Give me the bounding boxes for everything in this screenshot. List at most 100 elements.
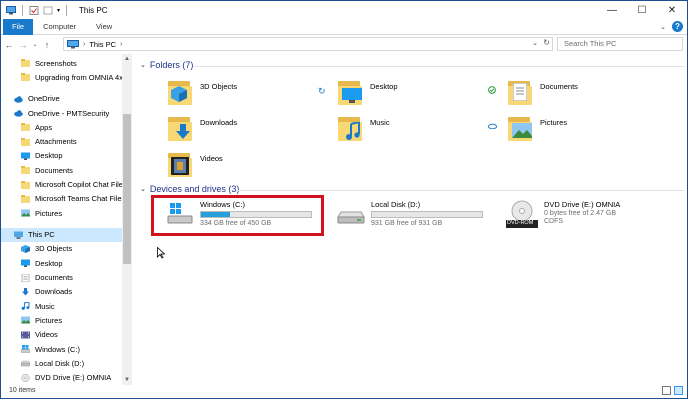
sidebar-item[interactable]: DVD Drive (E:) OMNIA [1,371,122,385]
sidebar-item[interactable]: Documents [1,271,122,285]
breadcrumb-chevron-icon[interactable]: › [120,41,122,48]
sidebar-item[interactable]: Music [1,299,122,313]
tab-file[interactable]: File [3,18,34,35]
pictures-icon [21,209,30,217]
forward-button[interactable]: → [17,40,29,50]
sidebar-item-label: Upgrading from OMNIA 4x [35,72,122,82]
sidebar-item[interactable]: This PC [1,227,122,242]
sidebar-item-label: Windows (C:) [35,344,81,354]
sidebar-item[interactable]: Pictures [1,313,122,327]
quick-access-dropdown-icon[interactable]: ▾ [57,7,60,14]
folder-icon [21,194,30,203]
tab-computer[interactable]: Computer [33,19,86,35]
sidebar-item[interactable]: Documents [1,163,122,177]
divider [194,66,684,67]
help-button[interactable]: ? [672,21,683,32]
minimize-button[interactable]: — [597,1,627,19]
nav-scrollbar[interactable]: ▲ ▼ [122,54,132,385]
large-icons-view-icon[interactable] [674,386,683,395]
collapse-chevron-icon[interactable]: ⌄ [140,61,146,69]
drive-usage-bar [371,211,483,218]
breadcrumb-this-pc[interactable]: This PC [89,40,116,49]
sync-icon: ↻ [318,86,326,96]
sidebar-item-label: Screenshots [35,58,77,68]
sidebar-item-label: Videos [35,330,58,340]
sidebar-item[interactable]: Pictures [1,206,122,220]
folder-label: Pictures [540,118,568,127]
sidebar-item[interactable]: Downloads [1,285,122,299]
sidebar-item-label: Downloads [35,287,73,297]
close-button[interactable]: ✕ [657,1,687,19]
maximize-button[interactable]: ☐ [627,1,657,19]
scroll-thumb[interactable] [123,114,131,264]
sidebar-item[interactable]: Microsoft Teams Chat Files [1,192,122,206]
folder-item[interactable]: Videos [168,150,223,178]
sidebar-item[interactable]: Upgrading from OMNIA 4x [1,70,122,84]
expand-ribbon-icon[interactable]: ⌄ [660,23,666,31]
properties-icon[interactable] [29,5,39,15]
sidebar-item[interactable]: Videos [1,328,122,342]
cube-icon [21,244,30,253]
documents-icon [508,78,534,106]
sidebar-item[interactable]: Screenshots [1,56,122,70]
videos-icon [21,331,30,339]
drive-dvd-e[interactable]: DVD-ROM DVD Drive (E:) OMNIA 0 bytes fre… [506,200,621,228]
desktop-icon [338,78,364,106]
scroll-up-icon[interactable]: ▲ [124,56,130,62]
folder-label: Downloads [200,118,238,127]
sidebar-item[interactable]: Windows (C:) [1,342,122,356]
details-view-icon[interactable] [662,386,671,395]
scroll-down-icon[interactable]: ▼ [124,377,130,383]
sidebar-item[interactable]: Local Disk (D:) [1,356,122,370]
address-bar[interactable]: › This PC › ⌄ ↻ [63,37,553,51]
folder-item[interactable]: Desktop [338,78,398,106]
folder-item[interactable]: Pictures [508,114,567,142]
sidebar-item[interactable]: 3D Objects [1,242,122,256]
folder-item[interactable]: Music [338,114,390,142]
status-bar: 10 items [1,385,687,398]
cloud-icon [488,122,497,131]
music-icon [338,114,364,142]
drives-group-header[interactable]: ⌄ Devices and drives (3) [140,184,239,194]
breadcrumb-chevron-icon[interactable]: › [83,41,85,48]
pictures-icon [508,114,534,142]
drive-local-d[interactable]: Local Disk (D:) 931 GB free of 931 GB [337,200,483,227]
collapse-chevron-icon[interactable]: ⌄ [140,185,146,193]
sidebar-item-label: Attachments [35,137,77,147]
drive-label: DVD Drive (E:) OMNIA [544,200,621,209]
folder-item[interactable]: 3D Objects [168,78,237,106]
folder-item[interactable]: Documents [508,78,578,106]
sidebar-item[interactable]: OneDrive - PMTSecurity [1,106,122,120]
dvd-icon: DVD-ROM [506,200,538,228]
sidebar-item-label: Pictures [35,315,63,325]
sidebar-item-label: Microsoft Teams Chat Files [35,194,122,204]
download-icon [168,114,194,142]
sidebar-item[interactable]: Apps [1,120,122,134]
folder-item[interactable]: Downloads [168,114,237,142]
videos-icon [168,150,194,178]
back-button[interactable]: ← [3,40,15,50]
recent-locations-icon[interactable]: ⌄ [31,41,39,48]
new-folder-icon[interactable] [43,6,53,15]
sidebar-item[interactable]: Microsoft Copilot Chat Files [1,178,122,192]
desktop-icon [21,259,30,268]
search-input[interactable]: Search This PC [557,37,683,51]
desktop-icon [21,152,30,160]
dvd-media-label: DVD-ROM [507,220,534,226]
dvd-icon [21,373,30,382]
sidebar-item-label: Music [35,301,55,311]
up-button[interactable]: ↑ [41,40,53,50]
tab-view[interactable]: View [86,19,122,35]
sidebar-item[interactable]: Desktop [1,256,122,270]
address-dropdown-icon[interactable]: ⌄ [532,39,538,47]
refresh-icon[interactable]: ↻ [543,38,550,47]
folders-heading: Folders (7) [149,60,194,70]
drive-label: Local Disk (D:) [371,200,421,209]
sidebar-item[interactable]: Attachments [1,135,122,149]
folders-group-header[interactable]: ⌄ Folders (7) [140,60,193,70]
sidebar-item[interactable]: OneDrive [1,92,122,106]
folder-icon [21,137,30,146]
sidebar-item[interactable]: Desktop [1,149,122,163]
drive-icon [337,200,365,226]
documents-icon [21,273,30,282]
